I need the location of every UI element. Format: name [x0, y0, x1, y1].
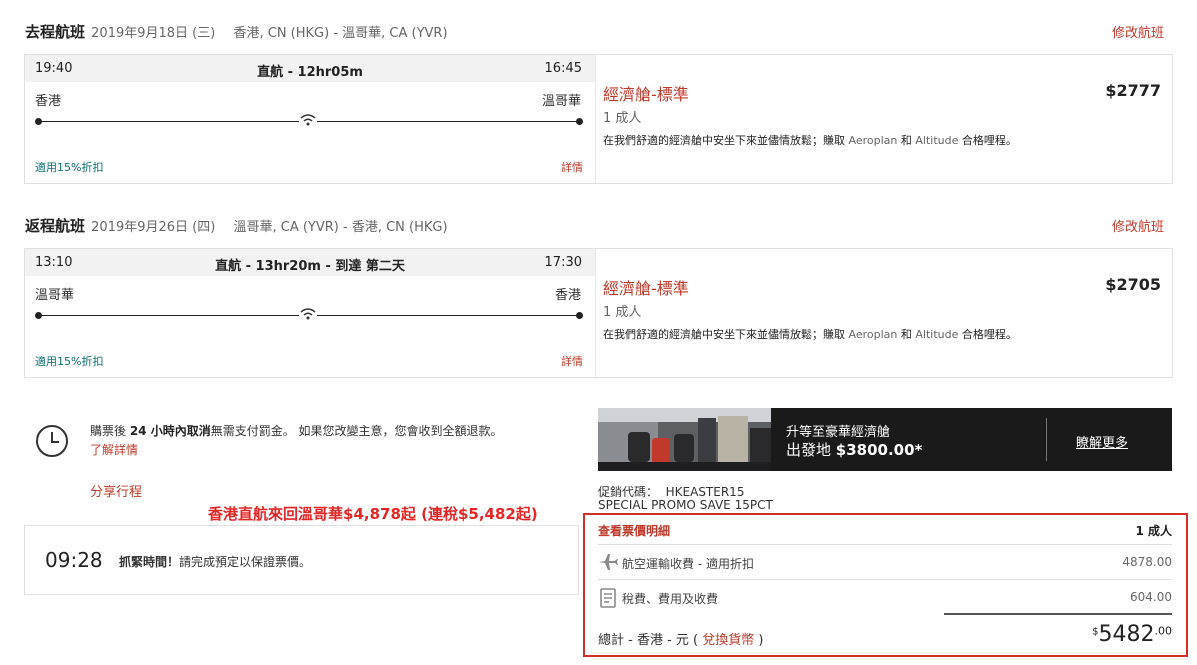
- inbound-pax: 1 成人: [603, 305, 642, 320]
- fare-breakdown: 查看票價明細 1 成人 航空運輸收費 - 適用折扣 4878.00 稅費、費用及…: [598, 516, 1172, 656]
- banner-divider: [1046, 418, 1047, 461]
- inbound-cabin: 經濟艙-標準: [603, 279, 689, 298]
- inbound-destination-dot: [576, 312, 583, 319]
- taxes-label: 稅費、費用及收費: [622, 592, 719, 606]
- upgrade-line2: 出發地 $3800.00*: [786, 439, 922, 460]
- total-label: 總計 - 香港 - 元: [598, 633, 689, 648]
- desc-and: 和: [897, 134, 916, 147]
- cancel-pre: 購票後: [90, 424, 130, 438]
- learn-more-link[interactable]: 了解詳情: [90, 443, 138, 457]
- inbound-arrive-time: 17:30: [544, 255, 582, 270]
- cancellation-policy: 購票後 24 小時內取消無需支付罰金。 如果您改變主意，您會收到全額退款。 了解…: [90, 422, 570, 460]
- outbound-itinerary: 19:40 直航 - 12hr05m 16:45 香港 溫哥華 適用15%折扣 …: [25, 55, 596, 183]
- breakdown-air-row: 航空運輸收費 - 適用折扣 4878.00: [598, 545, 1172, 580]
- desc-aeroplan: Aeroplan: [848, 134, 898, 147]
- timer-countdown: 09:28: [45, 548, 103, 572]
- inbound-modify-link[interactable]: 修改航班: [1112, 216, 1164, 235]
- inbound-route: 溫哥華, CA (YVR) - 香港, CN (HKG): [233, 220, 448, 235]
- promo-code-name: SPECIAL PROMO SAVE 15PCT: [598, 498, 773, 512]
- total-amount: 5482: [1098, 622, 1155, 647]
- inbound-cabin-description: 在我們舒適的經濟艙中安坐下來並儘情放鬆；賺取 Aeroplan 和 Altitu…: [603, 326, 1017, 342]
- outbound-price: $2777: [1105, 81, 1161, 100]
- outbound-duration: 直航 - 12hr05m: [257, 65, 363, 80]
- inbound-duration: 直航 - 13hr20m - 到達 第二天: [215, 259, 405, 274]
- breakdown-pax: 1 成人: [1135, 524, 1172, 538]
- outbound-origin: 香港: [35, 94, 62, 109]
- outbound-arrive-time: 16:45: [544, 61, 582, 76]
- upgrade-banner[interactable]: 升等至豪華經濟艙 出發地 $3800.00* 瞭解更多: [598, 408, 1172, 471]
- outbound-flight-card[interactable]: 19:40 直航 - 12hr05m 16:45 香港 溫哥華 適用15%折扣 …: [24, 54, 1173, 184]
- outbound-cabin-description: 在我們舒適的經濟艙中安坐下來並儘情放鬆；賺取 Aeroplan 和 Altitu…: [603, 132, 1017, 148]
- promo-headline: 香港直航來回溫哥華$4,878起 (連稅$5,482起): [208, 505, 538, 523]
- inbound-origin-dot: [35, 312, 42, 319]
- inbound-heading: 返程航班: [25, 217, 86, 235]
- outbound-destination: 溫哥華: [541, 94, 581, 109]
- timer-bold: 抓緊時間！: [119, 555, 180, 569]
- outbound-discount-link[interactable]: 適用15%折扣: [35, 159, 103, 175]
- convert-currency-link[interactable]: 兌換貨幣: [702, 633, 754, 648]
- air-transport-value: 4878.00: [1122, 555, 1172, 569]
- inbound-itinerary: 13:10 直航 - 13hr20m - 到達 第二天 17:30 溫哥華 香港…: [25, 249, 596, 377]
- desc-altitude: Altitude: [915, 328, 959, 341]
- share-trip-link[interactable]: 分享行程: [90, 481, 142, 500]
- outbound-details-link[interactable]: 詳情: [561, 159, 583, 175]
- desc-end: 合格哩程。: [958, 328, 1017, 341]
- breakdown-tax-row: 稅費、費用及收費 604.00: [598, 580, 1172, 614]
- hold-timer-box: 09:28 抓緊時間！請完成預定以保證票價。: [24, 525, 579, 595]
- inbound-date: 2019年9月26日 (四): [91, 220, 216, 235]
- cancel-post: 無需支付罰金。 如果您改變主意，您會收到全額退款。: [210, 424, 503, 438]
- desc-text: 在我們舒適的經濟艙中安坐下來並儘情放鬆；賺取: [603, 328, 849, 341]
- desc-aeroplan: Aeroplan: [848, 328, 898, 341]
- outbound-destination-dot: [576, 118, 583, 125]
- inbound-timebar: 13:10 直航 - 13hr20m - 到達 第二天 17:30: [25, 249, 595, 276]
- desc-altitude: Altitude: [915, 134, 959, 147]
- desc-text: 在我們舒適的經濟艙中安坐下來並儘情放鬆；賺取: [603, 134, 849, 147]
- inbound-discount-link[interactable]: 適用15%折扣: [35, 353, 103, 369]
- total-cents: .00: [1154, 624, 1173, 638]
- breakdown-header: 查看票價明細 1 成人: [598, 516, 1172, 545]
- inbound-details-link[interactable]: 詳情: [561, 353, 583, 369]
- inbound-header: 返程航班 2019年9月26日 (四) 溫哥華, CA (YVR) - 香港, …: [25, 215, 448, 236]
- inbound-destination: 香港: [554, 288, 581, 303]
- wifi-icon: [299, 111, 317, 127]
- air-transport-label: 航空運輸收費 - 適用折扣: [622, 557, 754, 571]
- timer-message: 抓緊時間！請完成預定以保證票價。: [119, 553, 311, 570]
- cancel-bold: 24 小時內取消: [129, 424, 211, 438]
- cabin-photo: [598, 408, 771, 471]
- outbound-date: 2019年9月18日 (三): [91, 26, 216, 41]
- outbound-route: 香港, CN (HKG) - 溫哥華, CA (YVR): [233, 26, 448, 41]
- currency-paren-close: ): [754, 633, 764, 648]
- timer-text: 請完成預定以保證票價。: [179, 555, 312, 569]
- inbound-flight-card[interactable]: 13:10 直航 - 13hr20m - 到達 第二天 17:30 溫哥華 香港…: [24, 248, 1173, 378]
- outbound-modify-link[interactable]: 修改航班: [1112, 22, 1164, 41]
- upgrade-from: 出發地: [786, 441, 836, 459]
- desc-end: 合格哩程。: [958, 134, 1017, 147]
- receipt-icon: [600, 588, 616, 608]
- outbound-pax: 1 成人: [603, 111, 642, 126]
- upgrade-learn-more-link[interactable]: 瞭解更多: [1076, 432, 1128, 451]
- clock-icon: [35, 424, 69, 458]
- breakdown-toggle[interactable]: 查看票價明細: [598, 522, 670, 539]
- inbound-origin: 溫哥華: [35, 288, 75, 303]
- upgrade-price: $3800.00*: [835, 441, 923, 459]
- outbound-origin-dot: [35, 118, 42, 125]
- outbound-cabin: 經濟艙-標準: [603, 85, 689, 104]
- desc-and: 和: [897, 328, 916, 341]
- inbound-price: $2705: [1105, 275, 1161, 294]
- total-divider: [944, 613, 1172, 615]
- airplane-icon: [598, 553, 618, 571]
- total-label-group: 總計 - 香港 - 元 ( 兌換貨幣 ): [598, 629, 764, 648]
- outbound-timebar: 19:40 直航 - 12hr05m 16:45: [25, 55, 595, 82]
- taxes-value: 604.00: [1130, 590, 1172, 604]
- total-price: $5482.00: [1092, 622, 1172, 647]
- upgrade-line1: 升等至豪華經濟艙: [786, 425, 891, 440]
- outbound-heading: 去程航班: [25, 23, 86, 41]
- wifi-icon: [299, 305, 317, 321]
- currency-paren-open: (: [688, 633, 703, 648]
- outbound-header: 去程航班 2019年9月18日 (三) 香港, CN (HKG) - 溫哥華, …: [25, 21, 448, 42]
